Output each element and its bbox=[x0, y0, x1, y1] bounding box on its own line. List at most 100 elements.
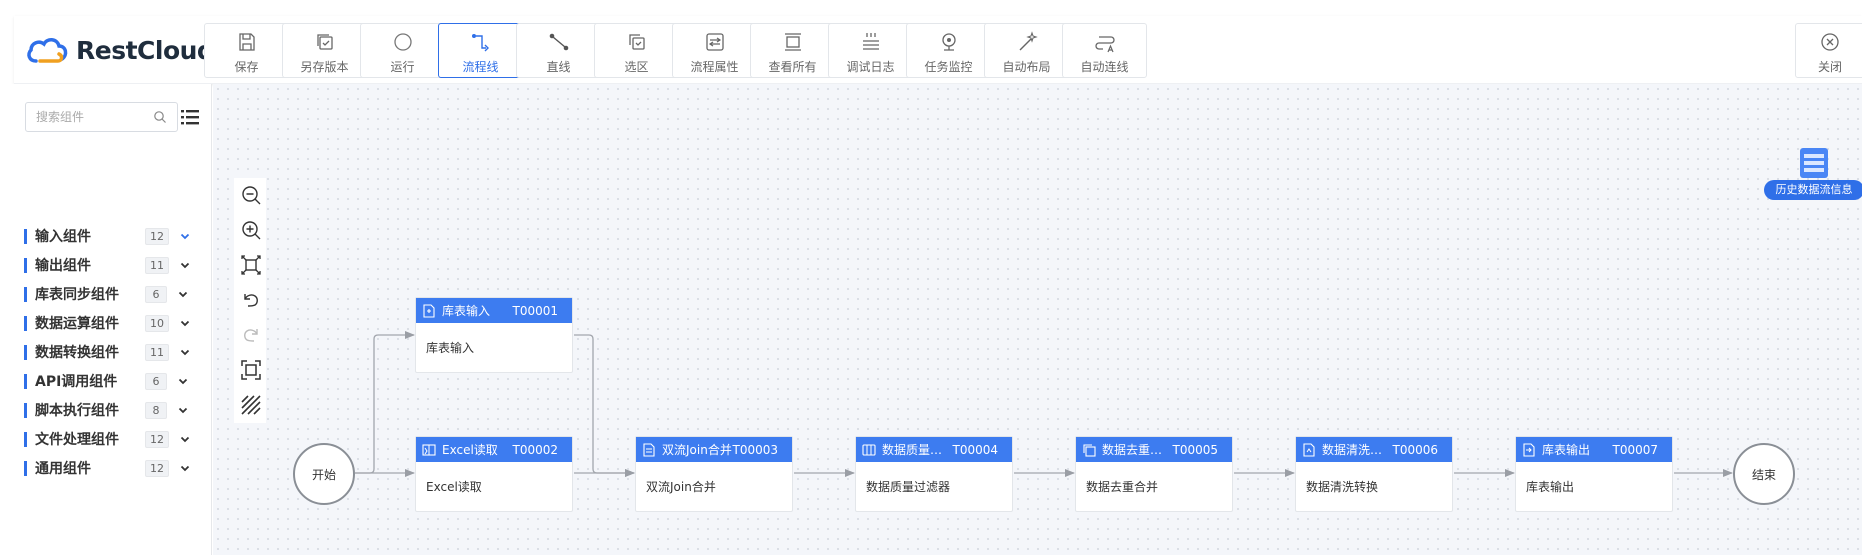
chevron-down-icon[interactable] bbox=[177, 288, 189, 300]
chevron-down-icon[interactable] bbox=[179, 230, 191, 242]
category-name: 脚本执行组件 bbox=[35, 403, 119, 419]
grid-toggle-button[interactable] bbox=[240, 394, 262, 416]
history-dataflow-label: 历史数据流信息 bbox=[1764, 180, 1862, 200]
copy-icon bbox=[1083, 443, 1096, 457]
toolbar-run-button[interactable]: 运行 bbox=[360, 23, 445, 78]
category-name: 通用组件 bbox=[35, 461, 91, 477]
toolbar-auto-layout-button[interactable]: 自动布局 bbox=[984, 23, 1069, 78]
category-marker bbox=[24, 344, 27, 360]
undo-button[interactable] bbox=[240, 289, 262, 311]
cloud-logo-icon bbox=[27, 38, 68, 63]
search-icon[interactable] bbox=[153, 110, 167, 124]
toolbar-debug-log-button[interactable]: 调试日志 bbox=[828, 23, 913, 78]
sidebar-category[interactable]: 输入组件 12 bbox=[24, 224, 204, 248]
chevron-down-icon[interactable] bbox=[179, 346, 191, 358]
table-output-icon bbox=[1523, 442, 1535, 457]
fullscreen-icon bbox=[241, 360, 261, 380]
sidebar-category[interactable]: 数据转换组件 11 bbox=[24, 340, 204, 364]
category-marker bbox=[24, 257, 27, 273]
component-search bbox=[25, 102, 178, 132]
toolbar-straight-line-button[interactable]: 直线 bbox=[516, 23, 601, 78]
node-header: 双流Join合并 T00003 bbox=[636, 437, 792, 462]
category-marker bbox=[24, 402, 27, 418]
node-header: 数据去重合并 T00005 bbox=[1076, 437, 1232, 462]
list-view-icon[interactable] bbox=[180, 107, 200, 127]
category-marker bbox=[24, 431, 27, 447]
category-count-badge: 10 bbox=[145, 314, 169, 332]
top-toolbar: RestCloud 保存 另存版本 运行 流程线 直线 选区 流程属性 查看所有… bbox=[14, 16, 1862, 84]
category-name: API调用组件 bbox=[35, 374, 118, 390]
filter-icon bbox=[862, 443, 876, 456]
fullscreen-button[interactable] bbox=[240, 359, 262, 381]
zoom-in-button[interactable] bbox=[240, 219, 262, 241]
toolbar-save-button[interactable]: 保存 bbox=[204, 23, 289, 78]
join-icon bbox=[643, 442, 655, 457]
sidebar-category[interactable]: 库表同步组件 6 bbox=[24, 282, 204, 306]
category-count-badge: 11 bbox=[145, 343, 169, 361]
chevron-down-icon[interactable] bbox=[177, 375, 189, 387]
toolbar-save-version-button[interactable]: 另存版本 bbox=[282, 23, 367, 78]
close-button[interactable]: 关闭 bbox=[1795, 23, 1862, 78]
flow-node-t00005[interactable]: 数据去重合并 T00005 数据去重合并 bbox=[1075, 436, 1233, 512]
toolbar-view-all-button[interactable]: 查看所有 bbox=[750, 23, 835, 78]
component-sidebar: 输入组件 12 输出组件 11 库表同步组件 6 数据运算组件 10 数据转换组件 11 API调用… bbox=[0, 84, 212, 555]
undo-icon bbox=[244, 294, 258, 307]
zoom-out-button[interactable] bbox=[240, 184, 262, 206]
history-data-icon bbox=[1800, 148, 1828, 178]
end-node[interactable]: 结束 bbox=[1733, 443, 1795, 505]
component-search-input[interactable] bbox=[26, 103, 146, 131]
flow-node-t00002[interactable]: Excel读取 T00002 Excel读取 bbox=[415, 436, 573, 512]
category-count-badge: 6 bbox=[145, 285, 167, 303]
category-marker bbox=[24, 460, 27, 476]
flow-node-t00006[interactable]: 数据清洗转换 T00006 数据清洗转换 bbox=[1295, 436, 1453, 512]
node-header: 数据清洗转换 T00006 bbox=[1296, 437, 1452, 462]
flow-node-t00003[interactable]: 双流Join合并 T00003 双流Join合并 bbox=[635, 436, 793, 512]
sidebar-category[interactable]: 数据运算组件 10 bbox=[24, 311, 204, 335]
save-icon bbox=[238, 33, 255, 51]
flow-line-icon bbox=[471, 34, 489, 52]
sidebar-category[interactable]: 输出组件 11 bbox=[24, 253, 204, 277]
start-node[interactable]: 开始 bbox=[293, 443, 355, 505]
flow-node-t00007[interactable]: 库表输出 T00007 库表输出 bbox=[1515, 436, 1673, 512]
auto-layout-icon bbox=[1019, 31, 1038, 51]
redo-icon bbox=[244, 329, 258, 342]
category-count-badge: 11 bbox=[145, 256, 169, 274]
flow-node-t00001[interactable]: 库表输入 T00001 库表输入 bbox=[415, 297, 573, 373]
sidebar-category[interactable]: 通用组件 12 bbox=[24, 456, 204, 480]
category-count-badge: 8 bbox=[145, 401, 167, 419]
redo-button[interactable] bbox=[240, 324, 262, 346]
category-count-badge: 12 bbox=[145, 430, 169, 448]
node-header: 库表输入 T00001 bbox=[416, 298, 572, 323]
category-count-badge: 12 bbox=[145, 459, 169, 477]
category-count-badge: 12 bbox=[145, 227, 169, 245]
run-icon bbox=[393, 33, 412, 51]
node-header: Excel读取 T00002 bbox=[416, 437, 572, 462]
sidebar-category[interactable]: 文件处理组件 12 bbox=[24, 427, 204, 451]
toolbar-auto-connect-button[interactable]: 自动连线 bbox=[1062, 23, 1147, 78]
chevron-down-icon[interactable] bbox=[179, 462, 191, 474]
category-marker bbox=[24, 228, 27, 244]
sidebar-category[interactable]: API调用组件 6 bbox=[24, 369, 204, 393]
toolbar-selection-button[interactable]: 选区 bbox=[594, 23, 679, 78]
chevron-down-icon[interactable] bbox=[177, 404, 189, 416]
history-dataflow-button[interactable]: 历史数据流信息 bbox=[1764, 146, 1862, 202]
flow-node-t00004[interactable]: 数据质量过滤器 T00004 数据质量过滤器 bbox=[855, 436, 1013, 512]
chevron-down-icon[interactable] bbox=[179, 259, 191, 271]
sidebar-category[interactable]: 脚本执行组件 8 bbox=[24, 398, 204, 422]
chevron-down-icon[interactable] bbox=[179, 317, 191, 329]
category-marker bbox=[24, 315, 27, 331]
fit-view-button[interactable] bbox=[240, 254, 262, 276]
toolbar-task-monitor-button[interactable]: 任务监控 bbox=[906, 23, 991, 78]
selection-icon bbox=[628, 34, 645, 50]
category-name: 输出组件 bbox=[35, 258, 91, 274]
category-name: 输入组件 bbox=[35, 229, 91, 245]
category-name: 数据转换组件 bbox=[35, 345, 119, 361]
hatch-pattern-icon bbox=[241, 395, 261, 415]
toolbar-flow-line-button[interactable]: 流程线 bbox=[438, 23, 523, 78]
category-name: 数据运算组件 bbox=[35, 316, 119, 332]
logo: RestCloud bbox=[26, 28, 215, 72]
toolbar-flow-properties-button[interactable]: 流程属性 bbox=[672, 23, 757, 78]
view-all-icon bbox=[784, 33, 801, 51]
category-name: 文件处理组件 bbox=[35, 432, 119, 448]
chevron-down-icon[interactable] bbox=[179, 433, 191, 445]
